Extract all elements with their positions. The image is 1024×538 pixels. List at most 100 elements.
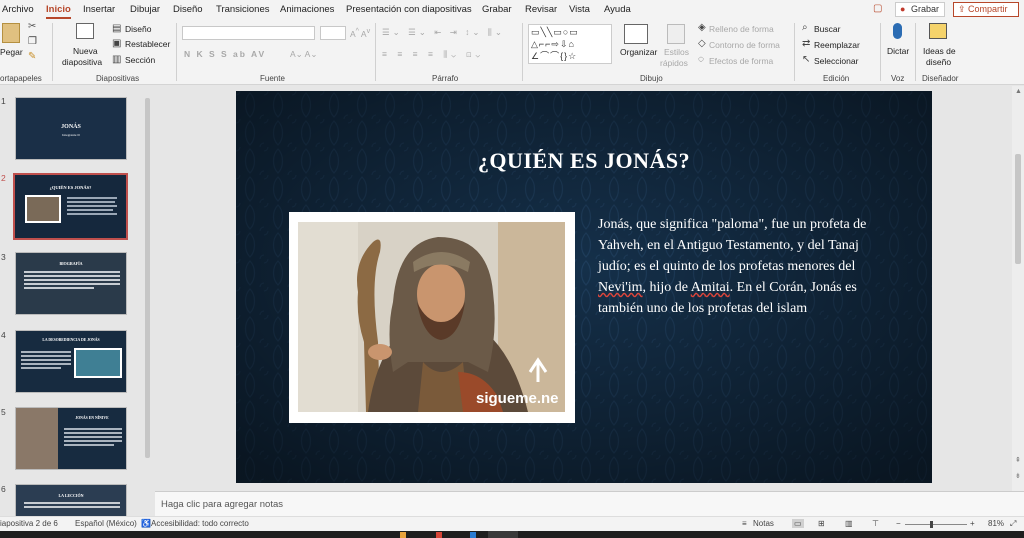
slide-thumbnail-2[interactable]: ¿QUIÉN ES JONÁS? [13,173,128,240]
taskbar-active-app[interactable] [488,531,518,538]
new-slide-icon[interactable] [76,23,94,39]
nueva-label[interactable]: Nueva [73,46,98,56]
taskbar-app-icon[interactable] [436,532,442,538]
shape-fill-icon[interactable]: ◈ [698,23,706,33]
estilos-label[interactable]: Estilos [664,47,689,57]
list-buttons[interactable]: ☰⌄ ☰⌄ ⇤ ⇥ ↕⌄ ⫼⌄ [382,27,505,38]
font-color-icon[interactable]: A⌄ A⌄ [290,49,317,60]
reading-view-icon[interactable]: ▥ [845,519,853,528]
language-indicator[interactable]: Español (México) [75,519,137,528]
thumbnails-scrollbar[interactable] [143,86,152,516]
comment-icon[interactable]: ▢ [873,4,882,14]
section-icon[interactable]: ▥ [112,55,121,65]
editor-scrollbar[interactable]: ▲ ⇞ ⇟ [1012,86,1024,491]
slide-thumbnail-1[interactable]: JONÁS Integrante II [15,97,127,160]
slide-thumbnail-3[interactable]: BIOGRAFÍA [15,252,127,315]
rapidos-label[interactable]: rápidos [660,58,688,68]
dictar-button[interactable]: Dictar [887,46,909,56]
compartir-button[interactable]: ⇪ Compartir [953,2,1019,17]
accessibility-status[interactable]: Accesibilidad: todo correcto [151,519,249,528]
previous-slide-icon[interactable]: ⇞ [1015,456,1021,464]
taskbar-app-icon[interactable] [400,532,406,538]
seleccionar-button[interactable]: Seleccionar [814,56,858,66]
group-voz-label: Voz [891,74,905,83]
format-painter-icon[interactable]: ✎ [28,52,36,62]
next-slide-icon[interactable]: ⇟ [1015,472,1021,480]
tab-inicio[interactable]: Inicio [46,4,71,19]
tab-insertar[interactable]: Insertar [83,4,115,15]
zoom-level[interactable]: 81% [988,519,1004,528]
notes-placeholder[interactable]: Haga clic para agregar notas [161,499,283,510]
shape-effects-icon[interactable]: ◌ [698,55,704,65]
normal-view-icon[interactable]: ▭ [792,519,804,528]
picture-frame[interactable]: sigueme.ne [289,212,575,423]
notes-toggle[interactable]: Notas [753,519,774,528]
tab-animaciones[interactable]: Animaciones [280,4,334,15]
slideshow-icon[interactable]: ⊤ [872,519,879,528]
diapositiva-label[interactable]: diapositiva [62,57,102,67]
tab-ayuda[interactable]: Ayuda [604,4,631,15]
shape-outline-icon[interactable]: ◇ [698,39,706,49]
slide-sorter-icon[interactable]: ⊞ [818,519,825,528]
fit-to-window-icon[interactable]: ⤢ [1010,519,1016,529]
tab-grabar[interactable]: Grabar [482,4,512,15]
taskbar-app-icon[interactable] [470,532,476,538]
grabar-button[interactable]: ● Grabar [895,2,945,17]
font-size-combo[interactable] [320,26,346,40]
scroll-thumb[interactable] [145,98,150,458]
restablecer-button[interactable]: Restablecer [125,39,170,49]
align-buttons[interactable]: ≡ ≡ ≡ ≡ ⫼⌄ ⊡⌄ [382,49,484,60]
ideas-label[interactable]: Ideas de [923,46,956,56]
tab-vista[interactable]: Vista [569,4,590,15]
zoom-slider[interactable] [905,524,967,525]
current-slide[interactable]: ¿QUIÉN ES JONÁS? sigueme.ne Jonás, que s… [236,91,932,483]
tab-transiciones[interactable]: Transiciones [216,4,270,15]
design-ideas-icon[interactable] [929,23,947,39]
zoom-slider-thumb[interactable] [930,521,933,528]
seccion-button[interactable]: Sección [125,55,155,65]
pegar-label[interactable]: Pegar [0,47,23,57]
reemplazar-button[interactable]: Reemplazar [814,40,860,50]
spelling-flag-neviim: Nevi'im [598,280,643,295]
font-style-buttons[interactable]: N K S S ab AV [184,49,266,59]
copy-icon[interactable]: ❐ [28,37,37,47]
tab-presentacion[interactable]: Presentación con diapositivas [346,4,472,15]
grow-shrink-font-icon[interactable]: A^ Av [350,27,370,39]
arrange-icon[interactable] [624,24,648,44]
slide-thumbnail-5[interactable]: JONÁS EN NÍNIVE [15,407,127,470]
replace-icon[interactable]: ⇄ [802,39,810,49]
layout-icon[interactable]: ▤ [112,24,121,34]
separator [522,23,523,81]
cut-icon[interactable]: ✂ [28,22,36,32]
font-name-combo[interactable] [182,26,315,40]
microphone-icon[interactable] [893,23,902,39]
relleno-button[interactable]: Relleno de forma [709,24,774,34]
select-icon[interactable]: ↖ [802,55,810,65]
zoom-in-icon[interactable]: + [970,519,975,528]
paste-icon[interactable] [2,23,20,43]
buscar-button[interactable]: Buscar [814,24,840,34]
slide-thumbnail-4[interactable]: LA DESOBEDIENCIA DE JONÁS [15,330,127,393]
diseno-button[interactable]: Diseño [125,24,151,34]
slide-body-text[interactable]: Jonás, que significa "paloma", fue un pr… [598,214,888,319]
notes-icon[interactable]: ≡ [742,519,747,528]
zoom-out-icon[interactable]: − [896,519,901,528]
scroll-up-icon[interactable]: ▲ [1015,88,1022,95]
tab-diseno[interactable]: Diseño [173,4,203,15]
accessibility-icon[interactable]: ♿ [141,519,151,528]
tab-revisar[interactable]: Revisar [525,4,557,15]
scroll-thumb[interactable] [1015,154,1021,264]
slide-title[interactable]: ¿QUIÉN ES JONÁS? [236,148,932,174]
reset-icon[interactable]: ▣ [112,39,121,49]
organizar-button[interactable]: Organizar [620,47,657,57]
search-icon[interactable]: ⌕ [802,23,808,33]
notes-pane[interactable]: Haga clic para agregar notas [155,491,1024,516]
slide-thumbnail-6[interactable]: LA LECCIÓN [15,484,127,516]
contorno-button[interactable]: Contorno de forma [709,40,780,50]
diseno-label[interactable]: diseño [926,57,951,67]
efectos-button[interactable]: Efectos de forma [709,56,773,66]
quick-styles-icon[interactable] [667,24,685,44]
shapes-gallery[interactable]: ▭╲╲▭○▭ △⌐⌐⇨⇩⌂ ∠⌒⌒{}☆ [528,24,612,64]
tab-dibujar[interactable]: Dibujar [130,4,160,15]
tab-archivo[interactable]: Archivo [2,4,34,15]
